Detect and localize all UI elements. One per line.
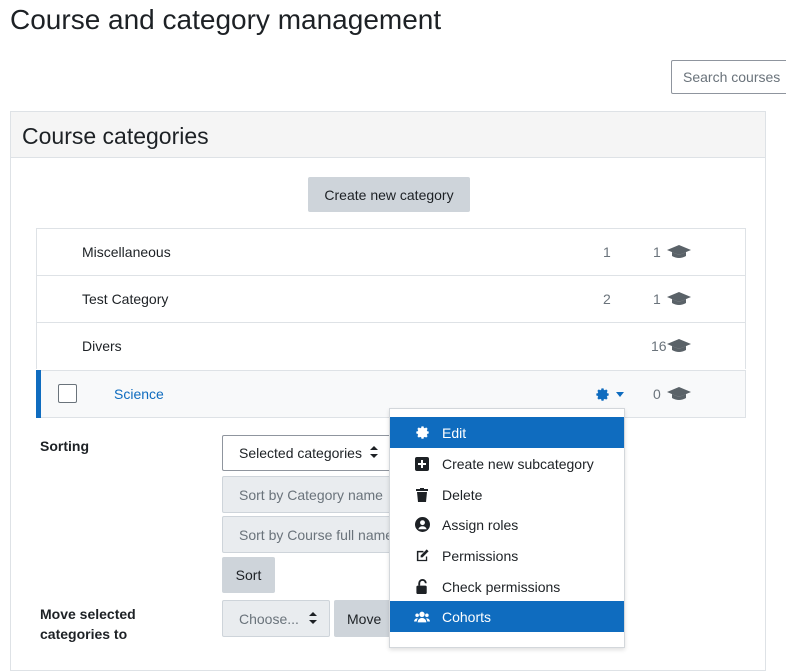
category-name[interactable]: Miscellaneous bbox=[82, 229, 171, 276]
selection-indicator bbox=[36, 370, 41, 418]
category-name[interactable]: Science bbox=[114, 371, 164, 418]
category-row[interactable]: Divers 16 bbox=[36, 322, 746, 369]
menu-item-permissions[interactable]: Permissions bbox=[390, 540, 624, 571]
trash-icon bbox=[414, 487, 430, 503]
graduation-cap-icon bbox=[667, 292, 691, 311]
unlock-icon bbox=[414, 579, 430, 595]
sort-button[interactable]: Sort bbox=[222, 557, 275, 593]
graduation-cap-icon bbox=[667, 387, 691, 406]
category-name[interactable]: Test Category bbox=[82, 276, 168, 323]
caret-down-icon bbox=[616, 392, 624, 397]
users-icon bbox=[414, 609, 430, 625]
sort-scope-select[interactable]: Selected categories bbox=[222, 435, 402, 471]
category-actions-menu: Edit Create new subcategory Delete Assig… bbox=[389, 408, 625, 648]
category-actions-menu-toggle[interactable] bbox=[595, 387, 624, 402]
category-name[interactable]: Divers bbox=[82, 323, 122, 370]
cog-icon bbox=[596, 388, 609, 401]
course-count: 1 bbox=[653, 244, 661, 260]
menu-item-label: Assign roles bbox=[442, 516, 519, 533]
sort-by-course-name-select[interactable]: Sort by Course full name bbox=[222, 516, 402, 553]
course-count: 0 bbox=[653, 386, 661, 402]
create-new-category-button[interactable]: Create new category bbox=[308, 177, 470, 212]
course-count: 1 bbox=[653, 291, 661, 307]
panel-title: Course categories bbox=[22, 123, 209, 149]
menu-item-check-permissions[interactable]: Check permissions bbox=[390, 571, 624, 602]
select-arrows-icon bbox=[308, 611, 317, 627]
user-circle-icon bbox=[414, 517, 430, 533]
category-row[interactable]: Miscellaneous 1 1 bbox=[36, 228, 746, 275]
graduation-cap-icon bbox=[667, 245, 691, 264]
menu-item-label: Create new subcategory bbox=[442, 455, 594, 472]
sort-by-category-name-select[interactable]: Sort by Category name bbox=[222, 476, 402, 513]
subcategory-count: 2 bbox=[603, 291, 611, 307]
search-courses-input[interactable] bbox=[671, 60, 786, 94]
menu-item-label: Edit bbox=[442, 424, 467, 441]
menu-item-edit[interactable]: Edit bbox=[390, 417, 624, 448]
category-checkbox[interactable] bbox=[58, 384, 77, 403]
graduation-cap-icon bbox=[667, 339, 691, 358]
menu-item-label: Check permissions bbox=[442, 578, 561, 595]
select-arrows-icon bbox=[369, 445, 378, 461]
course-count: 16 bbox=[651, 338, 667, 354]
move-target-value: Choose... bbox=[239, 610, 299, 627]
menu-item-label: Cohorts bbox=[442, 608, 492, 625]
menu-item-create-subcategory[interactable]: Create new subcategory bbox=[390, 448, 624, 479]
subcategory-count: 1 bbox=[603, 244, 611, 260]
menu-item-label: Permissions bbox=[442, 547, 519, 564]
sorting-label: Sorting bbox=[40, 438, 89, 454]
menu-item-label: Delete bbox=[442, 486, 483, 503]
sort-scope-value: Selected categories bbox=[239, 445, 362, 461]
move-selected-label: Move selected categories to bbox=[40, 606, 136, 642]
page-title: Course and category management bbox=[10, 4, 442, 35]
menu-item-assign-roles[interactable]: Assign roles bbox=[390, 509, 624, 540]
plus-square-icon bbox=[414, 456, 430, 472]
pencil-square-icon bbox=[414, 548, 430, 564]
menu-item-delete[interactable]: Delete bbox=[390, 479, 624, 510]
category-row[interactable]: Test Category 2 1 bbox=[36, 275, 746, 322]
move-target-select[interactable]: Choose... bbox=[222, 600, 330, 637]
cog-icon bbox=[414, 425, 430, 441]
menu-item-cohorts[interactable]: Cohorts bbox=[390, 601, 624, 632]
